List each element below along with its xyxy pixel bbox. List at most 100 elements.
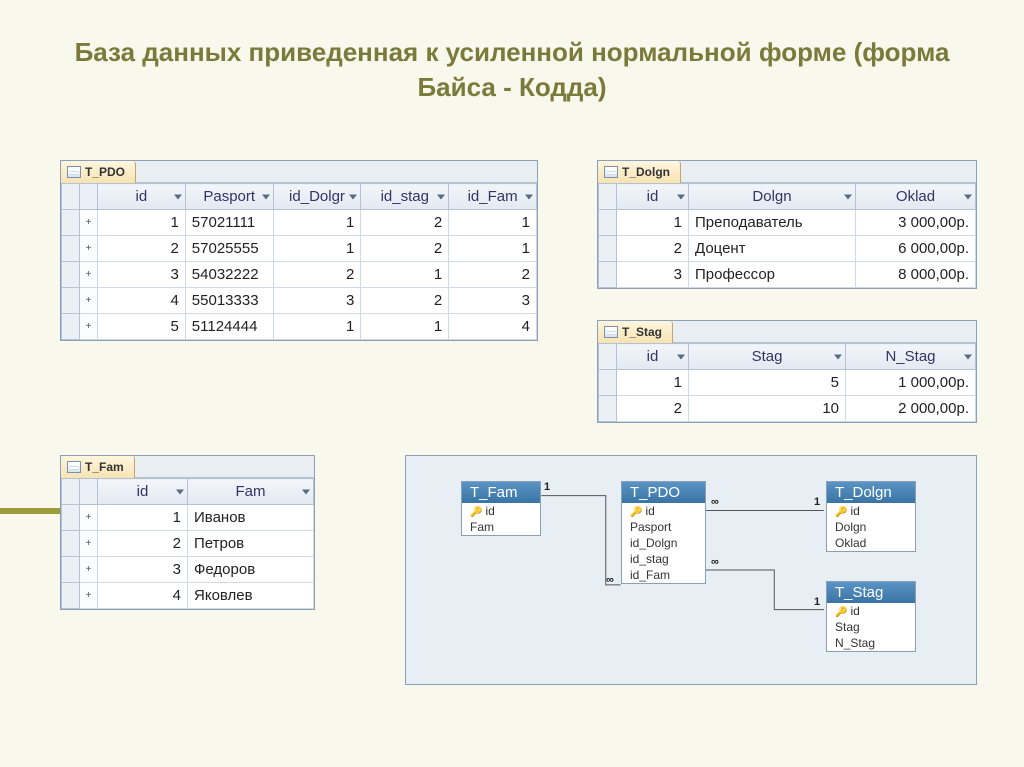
cell[interactable]: 5 <box>689 370 846 396</box>
cell[interactable]: 3 000,00р. <box>856 210 976 236</box>
col-header[interactable]: Pasport <box>185 184 273 210</box>
cell[interactable]: 1 <box>617 210 689 236</box>
table-row[interactable]: +2Петров <box>62 531 314 557</box>
cell[interactable]: 1 <box>273 314 361 340</box>
cell[interactable]: 1 <box>273 210 361 236</box>
cell[interactable]: 1 <box>98 505 188 531</box>
cell[interactable]: 1 <box>361 314 449 340</box>
cell[interactable]: 2 <box>617 236 689 262</box>
cell[interactable]: Доцент <box>689 236 856 262</box>
cell[interactable]: 51124444 <box>185 314 273 340</box>
row-selector[interactable] <box>62 314 80 340</box>
cell[interactable]: 2 <box>361 236 449 262</box>
cell[interactable]: 1 <box>273 236 361 262</box>
cell[interactable]: 55013333 <box>185 288 273 314</box>
datasheet-stag[interactable]: id Stag N_Stag 151 000,00р.2102 000,00р. <box>598 343 976 422</box>
dropdown-icon[interactable] <box>677 354 685 359</box>
col-header[interactable]: Fam <box>188 479 314 505</box>
row-selector[interactable] <box>62 531 80 557</box>
col-header[interactable]: Oklad <box>856 184 976 210</box>
row-selector[interactable] <box>62 505 80 531</box>
cell[interactable]: 54032222 <box>185 262 273 288</box>
table-row[interactable]: 151 000,00р. <box>599 370 976 396</box>
cell[interactable]: 4 <box>449 314 537 340</box>
expand-toggle[interactable]: + <box>80 557 98 583</box>
datasheet-pdo[interactable]: id Pasport id_Dolgr id_stag id_Fam +1570… <box>61 183 537 340</box>
table-row[interactable]: +157021111121 <box>62 210 537 236</box>
expand-toggle[interactable]: + <box>80 210 98 236</box>
col-header[interactable]: id <box>98 479 188 505</box>
cell[interactable]: 1 000,00р. <box>846 370 976 396</box>
entity-dolgn[interactable]: T_Dolgn id Dolgn Oklad <box>826 481 916 552</box>
entity-stag[interactable]: T_Stag id Stag N_Stag <box>826 581 916 652</box>
row-selector-header[interactable] <box>599 344 617 370</box>
cell[interactable]: 2 <box>98 531 188 557</box>
cell[interactable]: 2 <box>449 262 537 288</box>
row-selector-header[interactable] <box>62 479 80 505</box>
cell[interactable]: 2 000,00р. <box>846 396 976 422</box>
cell[interactable]: 3 <box>98 557 188 583</box>
cell[interactable]: 10 <box>689 396 846 422</box>
row-selector[interactable] <box>62 288 80 314</box>
dropdown-icon[interactable] <box>437 194 445 199</box>
expand-toggle[interactable]: + <box>80 288 98 314</box>
cell[interactable]: 2 <box>361 288 449 314</box>
col-header[interactable]: id_stag <box>361 184 449 210</box>
cell[interactable]: 2 <box>361 210 449 236</box>
expand-toggle[interactable]: + <box>80 236 98 262</box>
cell[interactable]: 1 <box>98 210 186 236</box>
tab-stag[interactable]: T_Stag <box>598 321 673 343</box>
row-selector[interactable] <box>599 370 617 396</box>
dropdown-icon[interactable] <box>964 194 972 199</box>
cell[interactable]: Преподаватель <box>689 210 856 236</box>
table-row[interactable]: 1Преподаватель3 000,00р. <box>599 210 976 236</box>
col-header[interactable]: id <box>98 184 186 210</box>
cell[interactable]: 3 <box>449 288 537 314</box>
cell[interactable]: 8 000,00р. <box>856 262 976 288</box>
dropdown-icon[interactable] <box>964 354 972 359</box>
tab-dolgn[interactable]: T_Dolgn <box>598 161 681 183</box>
cell[interactable]: Иванов <box>188 505 314 531</box>
row-selector[interactable] <box>62 262 80 288</box>
dropdown-icon[interactable] <box>525 194 533 199</box>
table-row[interactable]: +3Федоров <box>62 557 314 583</box>
col-header[interactable]: id_Dolgr <box>273 184 361 210</box>
row-selector[interactable] <box>599 210 617 236</box>
row-selector-header[interactable] <box>62 184 80 210</box>
dropdown-icon[interactable] <box>262 194 270 199</box>
col-header[interactable]: Stag <box>689 344 846 370</box>
tab-fam[interactable]: T_Fam <box>61 456 135 478</box>
datasheet-dolgn[interactable]: id Dolgn Oklad 1Преподаватель3 000,00р.2… <box>598 183 976 288</box>
cell[interactable]: Профессор <box>689 262 856 288</box>
table-row[interactable]: 2102 000,00р. <box>599 396 976 422</box>
cell[interactable]: 2 <box>98 236 186 262</box>
col-header[interactable]: Dolgn <box>689 184 856 210</box>
relationship-diagram[interactable]: 1 ∞ ∞ 1 ∞ 1 T_Fam id Fam T_PDO id Paspor… <box>405 455 977 685</box>
row-selector-header[interactable] <box>599 184 617 210</box>
expand-toggle[interactable]: + <box>80 505 98 531</box>
row-selector[interactable] <box>599 396 617 422</box>
row-selector[interactable] <box>62 583 80 609</box>
dropdown-icon[interactable] <box>176 489 184 494</box>
cell[interactable]: 57021111 <box>185 210 273 236</box>
dropdown-icon[interactable] <box>844 194 852 199</box>
cell[interactable]: 6 000,00р. <box>856 236 976 262</box>
cell[interactable]: 2 <box>273 262 361 288</box>
table-row[interactable]: +551124444114 <box>62 314 537 340</box>
cell[interactable]: Петров <box>188 531 314 557</box>
table-row[interactable]: +4Яковлев <box>62 583 314 609</box>
expand-toggle[interactable]: + <box>80 531 98 557</box>
row-selector[interactable] <box>62 557 80 583</box>
row-selector[interactable] <box>599 262 617 288</box>
cell[interactable]: 3 <box>98 262 186 288</box>
table-row[interactable]: 3Профессор8 000,00р. <box>599 262 976 288</box>
dropdown-icon[interactable] <box>349 194 357 199</box>
dropdown-icon[interactable] <box>677 194 685 199</box>
cell[interactable]: 57025555 <box>185 236 273 262</box>
dropdown-icon[interactable] <box>834 354 842 359</box>
table-row[interactable]: 2Доцент6 000,00р. <box>599 236 976 262</box>
tab-pdo[interactable]: T_PDO <box>61 161 136 183</box>
col-header[interactable]: id <box>617 344 689 370</box>
cell[interactable]: Федоров <box>188 557 314 583</box>
row-selector[interactable] <box>62 210 80 236</box>
